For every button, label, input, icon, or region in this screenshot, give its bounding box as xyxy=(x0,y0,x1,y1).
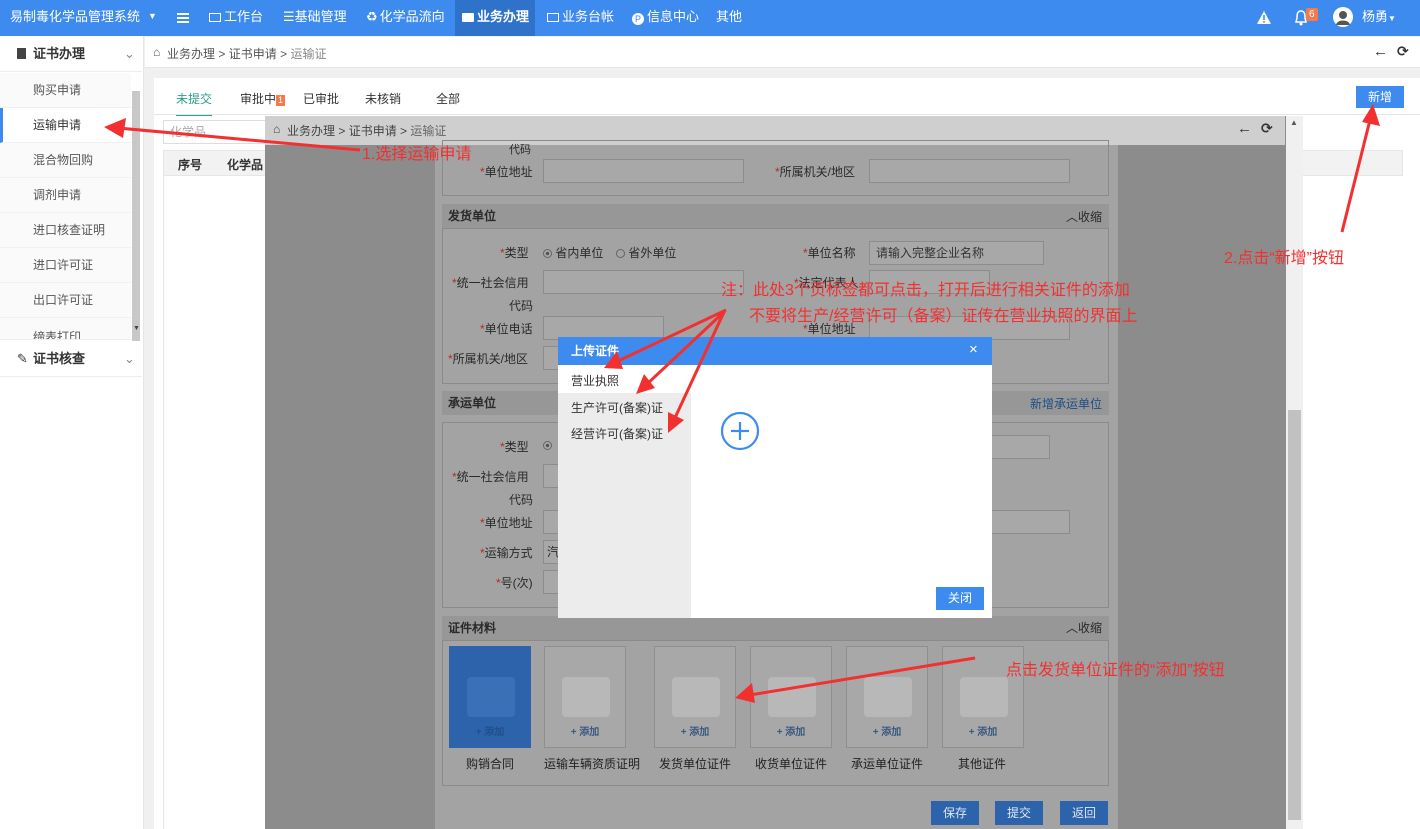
annotation-note1: 注：此处3个页标签都可点击，打开后进行相关证件的添加 xyxy=(721,282,1130,299)
annotation-arrows xyxy=(104,104,1380,703)
annotation-step3: 点击发货单位证件的“添加”按钮 xyxy=(1006,662,1225,679)
annotation-step1: 1.选择运输申请 xyxy=(362,146,472,163)
annotation-note2: 不要将生产/经营许可（备案）证传在营业执照的界面上 xyxy=(749,308,1138,325)
annotation-step2: 2.点击“新增”按钮 xyxy=(1224,250,1345,267)
